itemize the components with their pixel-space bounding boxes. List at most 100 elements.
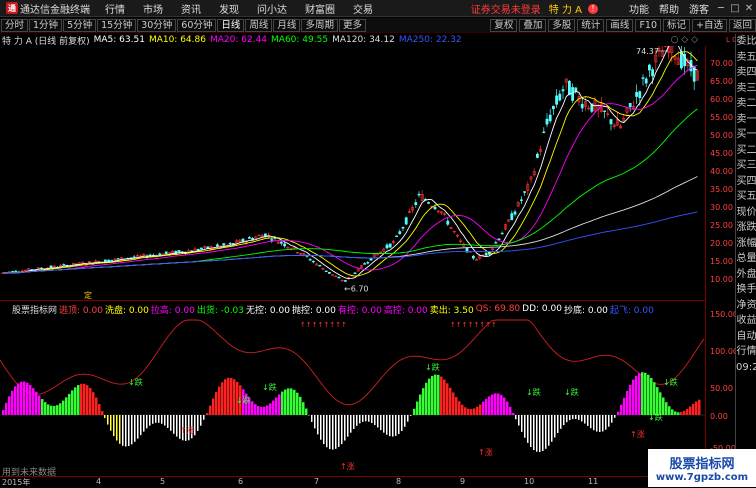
date-tick: 4 [96, 477, 101, 486]
menu-item-market[interactable]: 市场 [134, 1, 172, 16]
tab-period-30m[interactable]: 30分钟 [137, 19, 176, 32]
menu-function[interactable]: 功能 [624, 1, 654, 16]
histogram-bar [452, 392, 455, 415]
side-label[interactable]: 卖五 [736, 50, 756, 66]
side-label[interactable]: 买二 [736, 143, 756, 159]
minimize-icon[interactable]: ─ [714, 3, 728, 14]
tab-period-week[interactable]: 周线 [245, 19, 272, 32]
tab-period-multi[interactable]: 多周期 [301, 19, 338, 32]
menu-item-trade[interactable]: 交易 [344, 1, 382, 16]
histogram-bar [572, 415, 574, 419]
multi-stock-button[interactable]: 多股 [548, 19, 575, 32]
histogram-bar [143, 415, 145, 432]
histogram-bar [2, 410, 5, 415]
candle-body [556, 96, 558, 104]
menu-item-discover[interactable]: 发现 [210, 1, 248, 16]
candle-body [364, 264, 366, 265]
candle-body [402, 227, 404, 228]
panel-control-icons[interactable]: ○ ◇ ◇ [671, 35, 698, 45]
histogram-bar [68, 394, 71, 415]
side-label[interactable]: 卖二 [736, 96, 756, 112]
histogram-bar [38, 396, 41, 415]
menu-item-news[interactable]: 资讯 [172, 1, 210, 16]
f10-button[interactable]: F10 [635, 19, 661, 32]
histogram-bar [80, 384, 83, 415]
candle-body [581, 104, 583, 108]
histogram-bar [341, 415, 343, 444]
side-label[interactable]: 涨幅 [736, 236, 756, 252]
draw-line-button[interactable]: 画线 [606, 19, 633, 32]
histogram-bar [113, 415, 115, 436]
side-label[interactable]: 委比 [736, 34, 756, 50]
side-label[interactable]: 行情 [736, 344, 756, 360]
histogram-bar [542, 415, 544, 451]
alert-icon[interactable]: ! [588, 4, 598, 14]
histogram-bar [557, 415, 559, 433]
tab-period-60m[interactable]: 60分钟 [177, 19, 216, 32]
menu-item-ask[interactable]: 问小达 [248, 1, 296, 16]
restore-right-button[interactable]: 复权 [490, 19, 517, 32]
tab-period-15m[interactable]: 15分钟 [97, 19, 136, 32]
histogram-bar [164, 415, 166, 426]
menu-help[interactable]: 帮助 [654, 1, 684, 16]
candle-body [223, 244, 225, 246]
login-warning[interactable]: 证券交易未登录 [471, 1, 549, 16]
side-label[interactable]: 自动 [736, 329, 756, 345]
candle-body [325, 271, 327, 272]
indicator-tick: 150.00 [710, 310, 738, 319]
side-label[interactable]: 涨跌 [736, 220, 756, 236]
side-label[interactable]: 买五 [736, 189, 756, 205]
histogram-bar [314, 415, 316, 428]
candle-body [50, 266, 52, 268]
tab-period-1m[interactable]: 1分钟 [29, 19, 62, 32]
menu-item-quotes[interactable]: 行情 [96, 1, 134, 16]
tab-period-fenshi[interactable]: 分时 [1, 19, 28, 32]
histogram-bar [5, 403, 8, 415]
histogram-bar [98, 404, 101, 415]
maximize-icon[interactable]: □ [728, 3, 742, 14]
candlestick-chart[interactable]: 74.37←6.70定 [0, 46, 705, 300]
side-label[interactable]: 现价 [736, 205, 756, 221]
histogram-bar [608, 415, 610, 427]
add-watchlist-button[interactable]: +自选 [692, 19, 727, 32]
tab-period-day[interactable]: 日线 [217, 19, 244, 32]
side-label[interactable]: 买四 [736, 174, 756, 190]
side-label[interactable]: 买三 [736, 158, 756, 174]
histogram-bar [446, 383, 449, 415]
close-icon[interactable]: ✕ [742, 3, 756, 14]
menu-bar: 通 通达信金融终端 行情 市场 资讯 发现 问小达 财富圈 交易 证券交易未登录… [0, 0, 756, 17]
side-label[interactable]: 买一 [736, 127, 756, 143]
side-label[interactable]: 卖一 [736, 112, 756, 128]
histogram-bar [410, 415, 412, 416]
side-label[interactable]: 总量 [736, 251, 756, 267]
histogram-bar [617, 412, 620, 415]
price-tick: 45.00 [710, 149, 733, 158]
indicator-chart[interactable]: ↓跌↓跌↓跌↓跌↓跌↓跌↓跌↓跌↑↑↑↑↑↑↑↑↑↑↑↑↑↑↑↑↑涨↑涨↑涨↑涨 [0, 315, 705, 475]
side-label[interactable]: 外盘 [736, 267, 756, 283]
side-label[interactable]: 卖四 [736, 65, 756, 81]
histogram-bar [545, 415, 547, 449]
panel-divider[interactable] [0, 300, 705, 301]
candle-body [648, 65, 650, 70]
side-label[interactable]: 卖三 [736, 81, 756, 97]
mark-button[interactable]: 标记 [663, 19, 690, 32]
tab-period-5m[interactable]: 5分钟 [63, 19, 96, 32]
tab-period-more[interactable]: 更多 [339, 19, 366, 32]
ind-no-control: 无控: 0.00 [246, 303, 290, 316]
menu-item-wealth[interactable]: 财富圈 [296, 1, 344, 16]
side-label[interactable]: 收益 [736, 313, 756, 329]
histogram-bar [605, 415, 607, 430]
histogram-bar [497, 393, 500, 415]
tab-period-month[interactable]: 月线 [273, 19, 300, 32]
back-button[interactable]: 返回 [729, 19, 756, 32]
histogram-bar [254, 404, 257, 415]
candle-body [248, 237, 250, 238]
side-label[interactable]: 净资 [736, 298, 756, 314]
menu-guest[interactable]: 游客 [684, 1, 714, 16]
side-time: 09:25 [736, 360, 756, 376]
side-label[interactable]: 换手 [736, 282, 756, 298]
overlay-button[interactable]: 叠加 [519, 19, 546, 32]
histogram-bar [698, 400, 701, 415]
histogram-bar [152, 415, 154, 424]
statistics-button[interactable]: 统计 [577, 19, 604, 32]
